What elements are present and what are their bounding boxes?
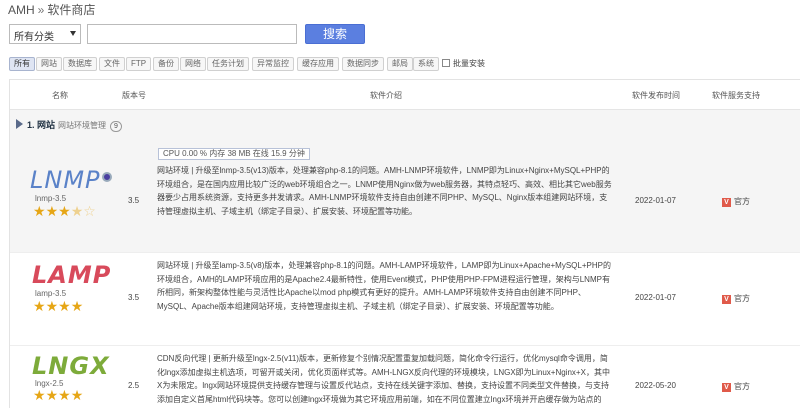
table-row[interactable]: LAMP lamp-3.5 ★★★★ 3.5 网站环境 | 升级至lamp-3.… xyxy=(10,252,800,352)
software-table: 名称 版本号 软件介绍 软件发布时间 软件服务支持 1. 网站 网站环境管理 9 L… xyxy=(9,79,800,408)
support-official: V 官方 xyxy=(722,293,750,304)
star-half-icon: ★ xyxy=(70,203,84,219)
support-official: V 官方 xyxy=(722,196,750,207)
table-row[interactable]: LNGX lngx-2.5 ★★★★ 2.5 CDN反向代理 | 更新升级至ln… xyxy=(10,345,800,408)
category-tab-sync[interactable]: 数据同步 xyxy=(342,57,384,71)
version-number: 3.5 xyxy=(128,196,140,205)
search-input[interactable] xyxy=(87,24,297,44)
software-description: CDN反向代理 | 更新升级至lngx-2.5(v11)版本，更新修复个别情况配… xyxy=(157,354,610,404)
group-title: 1. 网站 xyxy=(27,120,56,130)
star-icon: ★ xyxy=(45,203,59,219)
breadcrumb: AMH» 软件商店 xyxy=(8,1,95,18)
support-label: 官方 xyxy=(734,382,750,391)
official-v-icon: V xyxy=(722,295,731,304)
search-button[interactable]: 搜索 xyxy=(305,24,365,44)
support-official: V 官方 xyxy=(722,381,750,392)
breadcrumb-current: 软件商店 xyxy=(47,3,96,17)
group-count-badge: 9 xyxy=(110,121,122,132)
star-icon: ★ xyxy=(70,298,84,314)
lamp-logo: LAMP xyxy=(32,261,112,289)
category-tab-mail[interactable]: 邮局 xyxy=(387,57,413,71)
category-tab-cache[interactable]: 缓存应用 xyxy=(297,57,339,71)
header-intro: 软件介绍 xyxy=(370,91,402,100)
star-icon: ★ xyxy=(33,387,46,403)
software-name-version: lnmp-3.5 xyxy=(35,194,67,203)
software-description: 网站环境 | 升级至lamp-3.5(v8)版本，处理兼容php-8.1的问题。… xyxy=(157,261,611,311)
category-tab-website[interactable]: 网站 xyxy=(36,57,62,71)
header-release-time: 软件发布时间 xyxy=(632,91,680,100)
category-tab-file[interactable]: 文件 xyxy=(99,57,125,71)
official-v-icon: V xyxy=(722,383,731,392)
category-tab-backup[interactable]: 备份 xyxy=(153,57,179,71)
star-icon: ★ xyxy=(33,203,46,219)
batch-install-label: 批量安装 xyxy=(453,59,485,68)
breadcrumb-root[interactable]: AMH xyxy=(8,3,35,17)
batch-install-checkbox[interactable] xyxy=(442,59,450,67)
header-version: 版本号 xyxy=(122,91,146,100)
version-number: 3.5 xyxy=(128,293,140,302)
category-select[interactable]: 所有分类 xyxy=(9,24,81,44)
release-date: 2022-05-20 xyxy=(635,381,676,390)
category-select-value: 所有分类 xyxy=(14,32,54,43)
category-tab-ftp[interactable]: FTP xyxy=(126,57,152,71)
caret-right-icon xyxy=(16,119,23,129)
category-tab-system[interactable]: 系统 xyxy=(413,57,439,71)
chevron-down-icon xyxy=(70,31,76,36)
star-icon: ★ xyxy=(45,298,59,314)
header-name: 名称 xyxy=(52,91,68,100)
group-header[interactable]: 1. 网站 网站环境管理 9 xyxy=(16,118,122,132)
runtime-stats-badge: CPU 0.00 % 内存 38 MB 在线 15.9 分钟 xyxy=(158,148,310,160)
rating-stars: ★★★★ xyxy=(33,388,83,402)
release-date: 2022-01-07 xyxy=(635,196,676,205)
star-icon: ★ xyxy=(58,387,71,403)
star-empty-icon: ☆ xyxy=(83,203,96,219)
star-icon: ★ xyxy=(45,387,59,403)
lnmp-logo-dot-icon xyxy=(101,172,112,182)
release-date: 2022-01-07 xyxy=(635,293,676,302)
batch-install-toggle[interactable]: 批量安装 xyxy=(442,57,485,71)
category-tab-all[interactable]: 所有 xyxy=(9,57,35,71)
header-support: 软件服务支持 xyxy=(712,91,760,100)
star-icon: ★ xyxy=(70,387,84,403)
rating-stars: ★★★★ xyxy=(33,299,83,313)
version-number: 2.5 xyxy=(128,381,140,390)
support-label: 官方 xyxy=(734,197,750,206)
star-icon: ★ xyxy=(58,203,71,219)
official-v-icon: V xyxy=(722,198,731,207)
star-icon: ★ xyxy=(58,298,71,314)
support-label: 官方 xyxy=(734,294,750,303)
software-name-version: lamp-3.5 xyxy=(35,289,67,298)
table-header: 名称 版本号 软件介绍 软件发布时间 软件服务支持 xyxy=(10,80,800,110)
lnmp-logo: LNMP xyxy=(30,166,112,194)
category-tab-monitor[interactable]: 异常监控 xyxy=(252,57,294,71)
breadcrumb-separator: » xyxy=(37,3,45,17)
software-description: 网站环境 | 升级至lnmp-3.5(v13)版本，处理兼容php-8.1的问题… xyxy=(157,166,612,216)
lngx-logo: LNGX xyxy=(32,352,110,380)
rating-stars: ★★★★☆ xyxy=(33,204,96,218)
star-icon: ★ xyxy=(33,298,46,314)
group-subtitle: 网站环境管理 xyxy=(58,121,107,130)
category-tab-database[interactable]: 数据库 xyxy=(63,57,97,71)
category-tab-network[interactable]: 网络 xyxy=(180,57,206,71)
category-tab-cron[interactable]: 任务计划 xyxy=(207,57,249,71)
lnmp-logo-text: LNMP xyxy=(30,166,101,194)
